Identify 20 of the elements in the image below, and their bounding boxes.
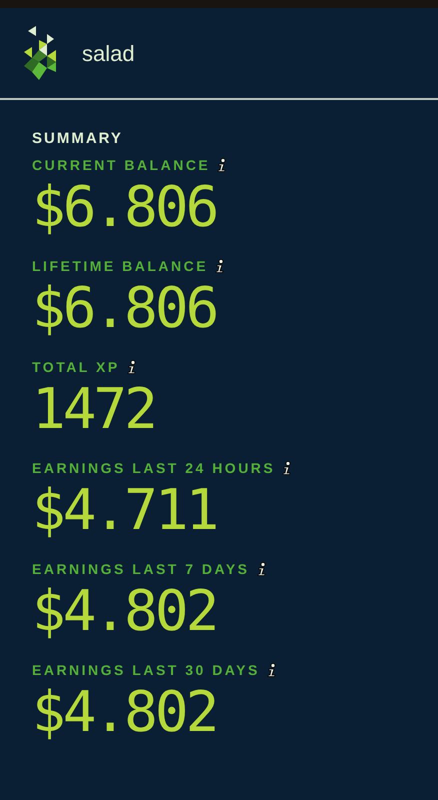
stat-label: LIFETIME BALANCE [32,256,208,276]
stat-value: $4.711 [32,478,218,542]
info-icon[interactable] [214,259,226,273]
stat-value: $4.802 [32,680,218,744]
stat-label: TOTAL XP [32,358,120,376]
stat-label: EARNINGS LAST 7 DAYS [32,560,250,578]
stat-label: CURRENT BALANCE [32,156,210,174]
info-icon[interactable] [216,158,228,172]
stat-value: $6.806 [32,276,218,340]
brand-name: salad [82,40,135,68]
stat-label: EARNINGS LAST 30 DAYS [32,660,260,680]
stat-value: $4.802 [32,580,218,644]
info-icon[interactable] [256,562,268,576]
info-icon[interactable] [126,360,138,374]
section-title: SUMMARY [32,129,124,149]
stat-value: $6.806 [32,176,218,240]
stat-value: 1472 [32,378,156,442]
info-icon[interactable] [281,461,294,475]
stat-label: EARNINGS LAST 24 HOURS [32,458,276,478]
info-icon[interactable] [266,663,278,677]
